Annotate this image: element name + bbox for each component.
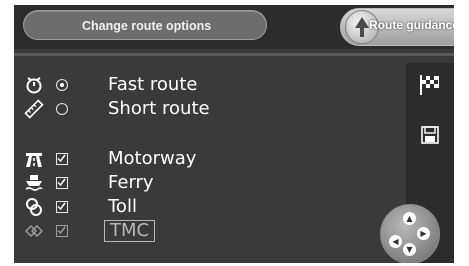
option-fast-route[interactable]: Fast route: [14, 73, 374, 97]
tmc-checkbox[interactable]: [56, 225, 68, 237]
tmc-icon: [25, 225, 43, 237]
fast-route-radio[interactable]: [56, 79, 68, 91]
stopwatch-icon: [26, 77, 42, 94]
option-toll[interactable]: Toll: [14, 195, 374, 219]
option-label: Motorway: [108, 148, 197, 169]
route-guidance-label: Route guidance: [369, 18, 454, 32]
option-tmc[interactable]: TMC: [14, 219, 374, 243]
top-bar: Change route options Route guidance: [14, 5, 454, 49]
option-label: Toll: [108, 196, 137, 217]
option-short-route[interactable]: Short route: [14, 97, 374, 121]
divider: [14, 53, 454, 56]
page-title: Change route options: [23, 10, 267, 40]
route-options-screen: Change route options Route guidance Fast…: [14, 5, 454, 263]
option-motorway[interactable]: Motorway: [14, 147, 374, 171]
arrow-right-icon[interactable]: ▶: [417, 227, 430, 240]
option-label: Fast route: [108, 74, 198, 95]
ferry-checkbox[interactable]: [56, 177, 68, 189]
option-label: Short route: [108, 98, 210, 119]
option-label: Ferry: [108, 172, 154, 193]
motorway-icon: [26, 153, 42, 167]
toll-checkbox[interactable]: [56, 201, 68, 213]
motorway-checkbox[interactable]: [56, 153, 68, 165]
navigation-pad[interactable]: ▲ ◀ ▶ ▼: [380, 204, 440, 263]
toll-icon: [26, 198, 42, 216]
ruler-icon: [24, 99, 44, 119]
arrow-up-icon[interactable]: ▲: [403, 212, 416, 225]
arrow-left-icon[interactable]: ◀: [389, 235, 402, 248]
option-label: TMC: [104, 220, 156, 242]
ferry-icon: [25, 175, 43, 191]
short-route-radio[interactable]: [56, 103, 68, 115]
checkered-flag-icon[interactable]: [418, 73, 442, 101]
save-icon[interactable]: [420, 125, 440, 149]
route-guidance-button[interactable]: Route guidance: [340, 8, 454, 46]
option-ferry[interactable]: Ferry: [14, 171, 374, 195]
arrow-down-icon[interactable]: ▼: [403, 243, 416, 256]
